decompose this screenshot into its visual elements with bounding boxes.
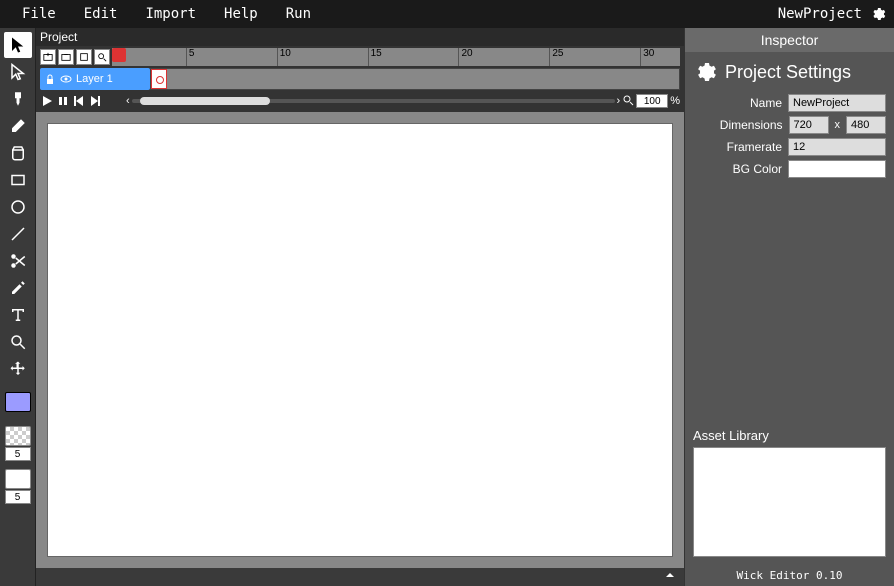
inspector-title: Project Settings — [685, 52, 894, 92]
menu-edit[interactable]: Edit — [70, 6, 132, 22]
stroke-width-2[interactable]: 5 — [5, 490, 31, 504]
dimensions-label: Dimensions — [720, 118, 783, 132]
scroll-left-icon[interactable]: ‹ — [126, 95, 130, 107]
fill-tool[interactable] — [4, 140, 32, 166]
dim-x: x — [835, 119, 841, 131]
ellipse-tool[interactable] — [4, 194, 32, 220]
menu-help[interactable]: Help — [210, 6, 272, 22]
ruler-tick: 10 — [277, 48, 291, 66]
gear-icon — [693, 60, 717, 84]
menu-run[interactable]: Run — [272, 6, 325, 22]
text-tool[interactable] — [4, 302, 32, 328]
prev-frame-button[interactable] — [72, 94, 86, 108]
brush-tool[interactable] — [4, 86, 32, 112]
version-text: Wick Editor 0.10 — [685, 565, 894, 586]
ruler-tick: 5 — [186, 48, 195, 66]
zoom-suffix: % — [670, 95, 680, 107]
bgcolor-input[interactable] — [788, 160, 886, 178]
project-name-input[interactable] — [788, 94, 886, 112]
framerate-label: Framerate — [727, 140, 782, 154]
cursor-tool[interactable] — [4, 32, 32, 58]
timeline-panel: 5 10 15 20 25 30 Layer 1 — [36, 46, 684, 112]
layer-search-button[interactable] — [94, 49, 110, 65]
add-layer-button[interactable] — [40, 49, 56, 65]
ruler-tick: 30 — [640, 48, 654, 66]
rectangle-tool[interactable] — [4, 167, 32, 193]
eyedropper-tool[interactable] — [4, 275, 32, 301]
pause-button[interactable] — [56, 94, 70, 108]
keyframe[interactable] — [151, 69, 167, 89]
collapse-icon[interactable] — [664, 568, 676, 586]
settings-gear-icon[interactable] — [870, 6, 886, 22]
pan-tool[interactable] — [4, 356, 32, 382]
framerate-input[interactable] — [788, 138, 886, 156]
menu-file[interactable]: File — [8, 6, 70, 22]
fill-color-swatch[interactable] — [5, 392, 31, 412]
project-name-display: NewProject — [778, 6, 870, 22]
timeline-ruler[interactable]: 5 10 15 20 25 30 — [112, 48, 680, 66]
name-label: Name — [750, 96, 782, 110]
bgcolor-label: BG Color — [733, 162, 782, 176]
zoom-tool[interactable] — [4, 329, 32, 355]
inspector-panel: Inspector Project Settings Name Dimensio… — [684, 28, 894, 586]
asset-library-label: Asset Library — [693, 424, 886, 447]
zoom-icon[interactable] — [622, 94, 634, 109]
stroke-width-1[interactable]: 5 — [5, 447, 31, 461]
scissors-tool[interactable] — [4, 248, 32, 274]
menu-import[interactable]: Import — [131, 6, 210, 22]
ruler-tick: 25 — [549, 48, 563, 66]
ruler-tick: 15 — [368, 48, 382, 66]
canvas-area — [36, 112, 684, 568]
zoom-input[interactable] — [636, 94, 668, 108]
scroll-right-icon[interactable]: › — [617, 95, 621, 107]
stroke-color-swatch[interactable] — [5, 426, 31, 446]
layer-label[interactable]: Layer 1 — [40, 68, 150, 90]
next-frame-button[interactable] — [88, 94, 102, 108]
eraser-tool[interactable] — [4, 113, 32, 139]
eye-icon — [60, 73, 72, 85]
lock-icon — [44, 73, 56, 85]
inspector-header: Inspector — [685, 28, 894, 52]
layer-props-button[interactable] — [76, 49, 92, 65]
asset-library-box[interactable] — [693, 447, 886, 557]
timeline-scrollbar[interactable] — [132, 95, 615, 107]
layer-name: Layer 1 — [76, 73, 113, 85]
height-input[interactable] — [846, 116, 886, 134]
menu-bar: File Edit Import Help Run NewProject — [0, 0, 894, 28]
selection-tool[interactable] — [4, 59, 32, 85]
delete-layer-button[interactable] — [58, 49, 74, 65]
canvas[interactable] — [48, 124, 672, 556]
canvas-footer — [36, 568, 684, 586]
ruler-tick: 20 — [458, 48, 472, 66]
frames-strip[interactable] — [150, 68, 680, 90]
playhead-icon[interactable] — [112, 48, 126, 62]
play-button[interactable] — [40, 94, 54, 108]
toolbox: 5 5 — [0, 28, 36, 586]
bg-swatch[interactable] — [5, 469, 31, 489]
width-input[interactable] — [789, 116, 829, 134]
line-tool[interactable] — [4, 221, 32, 247]
timeline-title: Project — [36, 28, 684, 46]
